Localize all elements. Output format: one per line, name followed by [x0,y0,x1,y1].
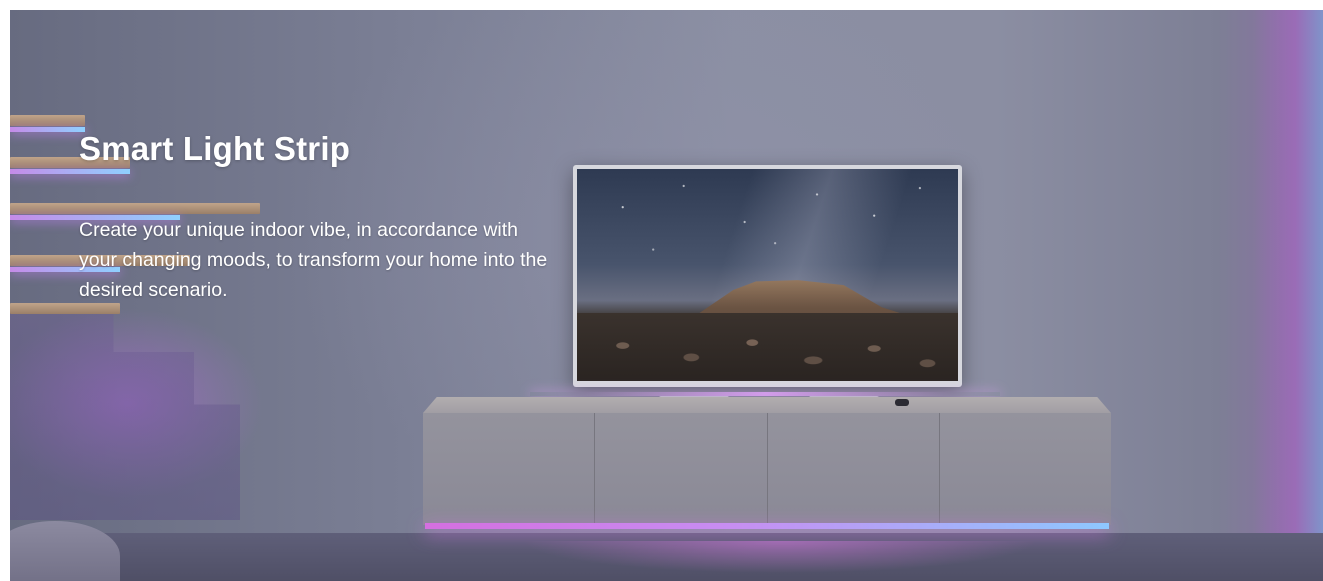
console-door [423,413,596,525]
remote-control [895,399,909,406]
hero-description: Create your unique indoor vibe, in accor… [79,219,548,301]
stair-led-strip [10,127,85,132]
console-led-strip-bottom [425,523,1109,529]
console-door [768,413,940,525]
tv [573,165,962,387]
hero-banner: Smart Light Strip Create your unique ind… [10,10,1323,581]
console-door [940,413,1111,525]
stair-led-strip [10,169,130,174]
tv-screen [577,169,958,381]
stair-step [10,203,260,214]
console-door [595,413,768,525]
right-led-glow [1253,10,1323,581]
tv-console [423,413,1111,525]
tv-console-top [423,397,1111,413]
console-led-strip-top [530,392,1000,396]
pouf [10,521,120,581]
floor-led-glow [460,541,1100,581]
rocks [577,321,958,381]
stair-step [10,115,85,126]
hero-title: Smart Light Strip [79,130,351,167]
